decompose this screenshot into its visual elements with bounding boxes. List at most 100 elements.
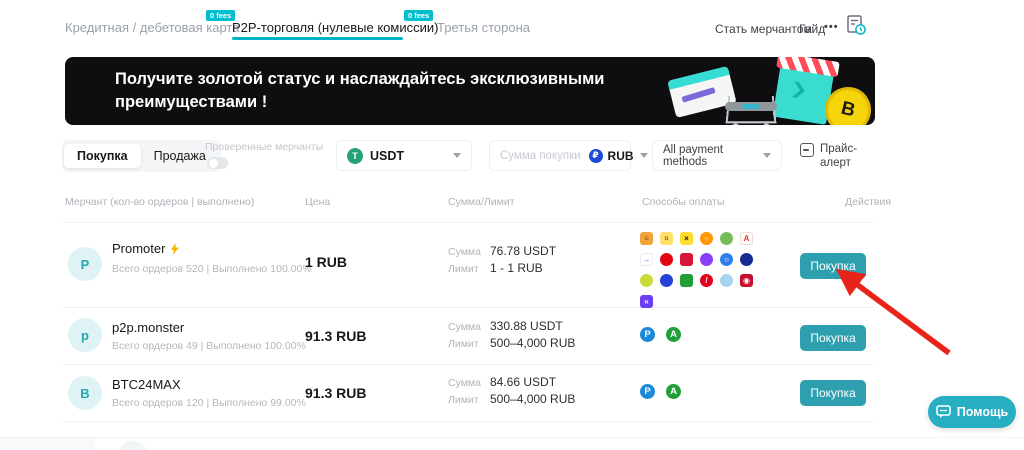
payment-method-icon: P [640,384,655,399]
offer-price: 91.3 RUB [305,328,366,344]
amount-label: Сумма [448,377,481,389]
more-menu-icon[interactable]: ••• [824,21,839,33]
buy-button[interactable]: Покупка [800,253,866,279]
ruble-coin-icon: ₽ [589,149,603,163]
merchant-stats: Всего ордеров 520 | Выполнено 100.00% [112,263,312,275]
limit-label: Лимит [448,394,479,406]
offer-row: B BTC24MAX Всего ордеров 120 | Выполнено… [62,364,875,422]
payment-methods-list: PA [640,327,681,342]
merchant-name[interactable]: BTC24MAX [112,377,181,392]
usdt-coin-icon: T [347,148,363,164]
merchant-avatar[interactable]: B [68,376,102,410]
asset-select-value: USDT [370,149,404,163]
price-alert-icon [800,143,814,157]
amount-value: 76.78 USDT [490,244,556,258]
buy-sell-segmented-control: Покупка Продажа [62,140,221,172]
payment-methods-list: PA [640,384,681,399]
payment-method-icon: ¤ [660,232,673,245]
offer-row: P Promoter Всего ордеров 520 | Выполнено… [62,222,875,308]
payment-method-icon: × [680,232,693,245]
payment-method-icon: → [640,253,653,266]
chevron-down-icon [763,153,771,158]
page-fold-divider [0,437,1024,450]
payment-method-icon: A [740,232,753,245]
verified-merchants-toggle[interactable] [207,157,228,169]
asset-select[interactable]: T USDT [336,140,472,171]
limit-value: 500–4,000 RUB [490,336,575,350]
merchant-name[interactable]: Promoter [112,241,180,256]
fiat-currency-value: RUB [608,149,634,163]
column-header-payments: Способы оплаты [642,196,724,208]
cart-handle-graphic [725,102,777,111]
zero-fees-badge: 0 fees [404,10,433,21]
tab-third-party[interactable]: Третья сторона [437,20,530,35]
limit-value: 500–4,000 RUB [490,392,575,406]
column-header-merchant: Мерчант (кол-во ордеров | выполнено) [65,196,254,208]
limit-value: 1 - 1 RUB [490,261,543,275]
order-history-icon[interactable] [845,14,867,41]
amount-value: 84.66 USDT [490,375,556,389]
payment-method-icon: ≡ [640,232,653,245]
merchant-stats: Всего ордеров 120 | Выполнено 99.00% [112,397,306,409]
amount-label: Сумма [448,246,481,258]
help-button[interactable]: Помощь [928,396,1016,428]
column-header-price: Цена [305,196,330,208]
amount-input[interactable]: Сумма покупки ₽ RUB [489,140,631,171]
payment-method-icon: P [640,327,655,342]
lightning-icon [170,243,180,255]
merchant-name[interactable]: p2p.monster [112,320,184,335]
payment-method-icon: ○ [720,253,733,266]
payment-method-icon: A [666,384,681,399]
payment-method-icon [660,253,673,266]
buy-button[interactable]: Покупка [800,325,866,351]
payment-method-icon [660,274,673,287]
offer-price: 1 RUB [305,254,347,270]
payment-method-icon [700,253,713,266]
guide-link[interactable]: Гайд [799,22,825,36]
chevron-down-icon [640,153,648,158]
banner-title: Получите золотой статус и наслаждайтесь … [115,68,604,114]
active-tab-underline [232,37,403,40]
payment-method-icon: ◉ [740,274,753,287]
page-margin [0,438,95,450]
merchant-stats: Всего ордеров 49 | Выполнено 100.00% [112,340,306,352]
merchant-avatar[interactable]: P [68,247,102,281]
payment-method-icon [640,274,653,287]
offer-row: p p2p.monster Всего ордеров 49 | Выполне… [62,306,875,365]
amount-value: 330.88 USDT [490,319,563,333]
payment-methods-list: ≡¤×○A→○/◉« [640,232,762,308]
payment-method-value: All payment methods [663,144,763,168]
help-label: Помощь [957,405,1008,419]
banner-illustration: B [665,57,875,125]
tab-p2p-trading[interactable]: P2P-торговля (нулевые комиссии) [232,20,438,35]
chat-icon [936,405,951,419]
column-header-amount-limit: Сумма/Лимит [448,196,515,208]
verified-merchants-label: Проверенные мерчанты [205,141,345,153]
chevron-down-icon [453,153,461,158]
offer-price: 91.3 RUB [305,385,366,401]
amount-label: Сумма [448,321,481,333]
p2p-trading-page: Кредитная / дебетовая карта 0 fees P2P-т… [0,0,1024,450]
limit-label: Лимит [448,338,479,350]
payment-method-icon [680,253,693,266]
payment-method-icon [740,253,753,266]
buy-button[interactable]: Покупка [800,380,866,406]
column-header-actions: Действия [845,196,891,208]
payment-method-icon: A [666,327,681,342]
payment-method-icon: ○ [700,232,713,245]
price-alert-button[interactable]: Прайс-алерт [800,142,866,170]
tab-credit-debit-card[interactable]: Кредитная / дебетовая карта [65,20,239,35]
payment-method-icon [720,274,733,287]
payment-method-icon: / [700,274,713,287]
payment-method-icon [680,274,693,287]
payment-method-select[interactable]: All payment methods [652,140,782,171]
payment-method-icon [720,232,733,245]
buy-tab[interactable]: Покупка [64,144,141,168]
amount-placeholder: Сумма покупки [500,150,581,162]
price-alert-label: Прайс-алерт [820,142,866,170]
limit-label: Лимит [448,263,479,275]
zero-fees-badge: 0 fees [206,10,235,21]
become-merchant-link[interactable]: Стать мерчантом [715,22,812,36]
merchant-avatar[interactable]: p [68,318,102,352]
gold-status-banner[interactable]: Получите золотой статус и наслаждайтесь … [65,57,875,125]
